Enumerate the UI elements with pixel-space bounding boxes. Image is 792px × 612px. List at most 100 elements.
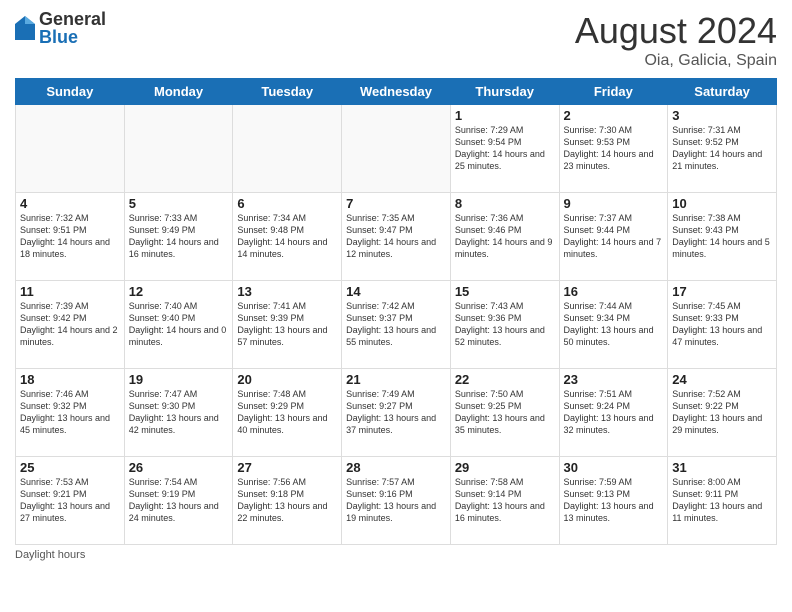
day-number: 20 (237, 372, 337, 387)
week-row-1: 4Sunrise: 7:32 AM Sunset: 9:51 PM Daylig… (16, 193, 777, 281)
day-number: 31 (672, 460, 772, 475)
header: General Blue August 2024 Oia, Galicia, S… (15, 10, 777, 70)
day-number: 16 (564, 284, 664, 299)
subtitle: Oia, Galicia, Spain (575, 52, 777, 70)
day-cell: 16Sunrise: 7:44 AM Sunset: 9:34 PM Dayli… (559, 281, 668, 369)
day-number: 5 (129, 196, 229, 211)
day-info: Sunrise: 7:41 AM Sunset: 9:39 PM Dayligh… (237, 300, 337, 349)
logo-icon (15, 16, 35, 40)
day-cell: 24Sunrise: 7:52 AM Sunset: 9:22 PM Dayli… (668, 369, 777, 457)
day-number: 1 (455, 108, 555, 123)
day-cell: 28Sunrise: 7:57 AM Sunset: 9:16 PM Dayli… (342, 457, 451, 545)
day-number: 2 (564, 108, 664, 123)
day-info: Sunrise: 7:59 AM Sunset: 9:13 PM Dayligh… (564, 476, 664, 525)
day-cell (233, 105, 342, 193)
day-info: Sunrise: 7:37 AM Sunset: 9:44 PM Dayligh… (564, 212, 664, 261)
day-info: Sunrise: 7:44 AM Sunset: 9:34 PM Dayligh… (564, 300, 664, 349)
day-info: Sunrise: 7:48 AM Sunset: 9:29 PM Dayligh… (237, 388, 337, 437)
day-cell: 26Sunrise: 7:54 AM Sunset: 9:19 PM Dayli… (124, 457, 233, 545)
day-cell: 4Sunrise: 7:32 AM Sunset: 9:51 PM Daylig… (16, 193, 125, 281)
header-tuesday: Tuesday (233, 79, 342, 105)
day-number: 26 (129, 460, 229, 475)
day-number: 3 (672, 108, 772, 123)
logo: General Blue (15, 10, 106, 46)
day-number: 18 (20, 372, 120, 387)
day-info: Sunrise: 7:42 AM Sunset: 9:37 PM Dayligh… (346, 300, 446, 349)
day-info: Sunrise: 7:45 AM Sunset: 9:33 PM Dayligh… (672, 300, 772, 349)
day-cell: 14Sunrise: 7:42 AM Sunset: 9:37 PM Dayli… (342, 281, 451, 369)
day-cell (124, 105, 233, 193)
day-number: 27 (237, 460, 337, 475)
day-info: Sunrise: 7:53 AM Sunset: 9:21 PM Dayligh… (20, 476, 120, 525)
day-info: Sunrise: 7:51 AM Sunset: 9:24 PM Dayligh… (564, 388, 664, 437)
day-info: Sunrise: 7:56 AM Sunset: 9:18 PM Dayligh… (237, 476, 337, 525)
day-number: 28 (346, 460, 446, 475)
day-info: Sunrise: 7:34 AM Sunset: 9:48 PM Dayligh… (237, 212, 337, 261)
day-info: Sunrise: 7:49 AM Sunset: 9:27 PM Dayligh… (346, 388, 446, 437)
logo-blue: Blue (39, 28, 106, 46)
day-cell: 3Sunrise: 7:31 AM Sunset: 9:52 PM Daylig… (668, 105, 777, 193)
day-number: 10 (672, 196, 772, 211)
day-info: Sunrise: 7:30 AM Sunset: 9:53 PM Dayligh… (564, 124, 664, 173)
day-cell (342, 105, 451, 193)
day-number: 17 (672, 284, 772, 299)
day-number: 9 (564, 196, 664, 211)
day-cell: 30Sunrise: 7:59 AM Sunset: 9:13 PM Dayli… (559, 457, 668, 545)
day-number: 15 (455, 284, 555, 299)
day-cell: 15Sunrise: 7:43 AM Sunset: 9:36 PM Dayli… (450, 281, 559, 369)
day-info: Sunrise: 7:38 AM Sunset: 9:43 PM Dayligh… (672, 212, 772, 261)
title-block: August 2024 Oia, Galicia, Spain (575, 10, 777, 70)
day-info: Sunrise: 7:54 AM Sunset: 9:19 PM Dayligh… (129, 476, 229, 525)
day-cell: 9Sunrise: 7:37 AM Sunset: 9:44 PM Daylig… (559, 193, 668, 281)
day-cell: 10Sunrise: 7:38 AM Sunset: 9:43 PM Dayli… (668, 193, 777, 281)
day-cell: 23Sunrise: 7:51 AM Sunset: 9:24 PM Dayli… (559, 369, 668, 457)
week-row-2: 11Sunrise: 7:39 AM Sunset: 9:42 PM Dayli… (16, 281, 777, 369)
day-cell: 31Sunrise: 8:00 AM Sunset: 9:11 PM Dayli… (668, 457, 777, 545)
header-sunday: Sunday (16, 79, 125, 105)
header-monday: Monday (124, 79, 233, 105)
day-cell: 7Sunrise: 7:35 AM Sunset: 9:47 PM Daylig… (342, 193, 451, 281)
day-cell: 17Sunrise: 7:45 AM Sunset: 9:33 PM Dayli… (668, 281, 777, 369)
day-cell: 1Sunrise: 7:29 AM Sunset: 9:54 PM Daylig… (450, 105, 559, 193)
day-number: 12 (129, 284, 229, 299)
day-cell: 20Sunrise: 7:48 AM Sunset: 9:29 PM Dayli… (233, 369, 342, 457)
week-row-3: 18Sunrise: 7:46 AM Sunset: 9:32 PM Dayli… (16, 369, 777, 457)
day-cell: 27Sunrise: 7:56 AM Sunset: 9:18 PM Dayli… (233, 457, 342, 545)
day-info: Sunrise: 7:58 AM Sunset: 9:14 PM Dayligh… (455, 476, 555, 525)
day-cell: 19Sunrise: 7:47 AM Sunset: 9:30 PM Dayli… (124, 369, 233, 457)
day-cell: 5Sunrise: 7:33 AM Sunset: 9:49 PM Daylig… (124, 193, 233, 281)
day-info: Sunrise: 7:46 AM Sunset: 9:32 PM Dayligh… (20, 388, 120, 437)
day-info: Sunrise: 7:50 AM Sunset: 9:25 PM Dayligh… (455, 388, 555, 437)
day-number: 22 (455, 372, 555, 387)
day-info: Sunrise: 7:32 AM Sunset: 9:51 PM Dayligh… (20, 212, 120, 261)
day-info: Sunrise: 7:36 AM Sunset: 9:46 PM Dayligh… (455, 212, 555, 261)
day-info: Sunrise: 7:39 AM Sunset: 9:42 PM Dayligh… (20, 300, 120, 349)
day-info: Sunrise: 7:29 AM Sunset: 9:54 PM Dayligh… (455, 124, 555, 173)
day-cell (16, 105, 125, 193)
logo-text: General Blue (39, 10, 106, 46)
day-cell: 12Sunrise: 7:40 AM Sunset: 9:40 PM Dayli… (124, 281, 233, 369)
month-title: August 2024 (575, 10, 777, 52)
day-number: 23 (564, 372, 664, 387)
day-cell: 21Sunrise: 7:49 AM Sunset: 9:27 PM Dayli… (342, 369, 451, 457)
day-cell: 2Sunrise: 7:30 AM Sunset: 9:53 PM Daylig… (559, 105, 668, 193)
day-number: 6 (237, 196, 337, 211)
header-saturday: Saturday (668, 79, 777, 105)
day-number: 14 (346, 284, 446, 299)
day-number: 19 (129, 372, 229, 387)
day-cell: 8Sunrise: 7:36 AM Sunset: 9:46 PM Daylig… (450, 193, 559, 281)
day-cell: 25Sunrise: 7:53 AM Sunset: 9:21 PM Dayli… (16, 457, 125, 545)
week-row-0: 1Sunrise: 7:29 AM Sunset: 9:54 PM Daylig… (16, 105, 777, 193)
day-number: 24 (672, 372, 772, 387)
calendar-table: SundayMondayTuesdayWednesdayThursdayFrid… (15, 78, 777, 545)
day-number: 11 (20, 284, 120, 299)
day-info: Sunrise: 7:47 AM Sunset: 9:30 PM Dayligh… (129, 388, 229, 437)
day-number: 13 (237, 284, 337, 299)
day-info: Sunrise: 7:31 AM Sunset: 9:52 PM Dayligh… (672, 124, 772, 173)
day-cell: 6Sunrise: 7:34 AM Sunset: 9:48 PM Daylig… (233, 193, 342, 281)
day-number: 21 (346, 372, 446, 387)
day-info: Sunrise: 7:35 AM Sunset: 9:47 PM Dayligh… (346, 212, 446, 261)
day-cell: 22Sunrise: 7:50 AM Sunset: 9:25 PM Dayli… (450, 369, 559, 457)
day-info: Sunrise: 7:40 AM Sunset: 9:40 PM Dayligh… (129, 300, 229, 349)
week-row-4: 25Sunrise: 7:53 AM Sunset: 9:21 PM Dayli… (16, 457, 777, 545)
